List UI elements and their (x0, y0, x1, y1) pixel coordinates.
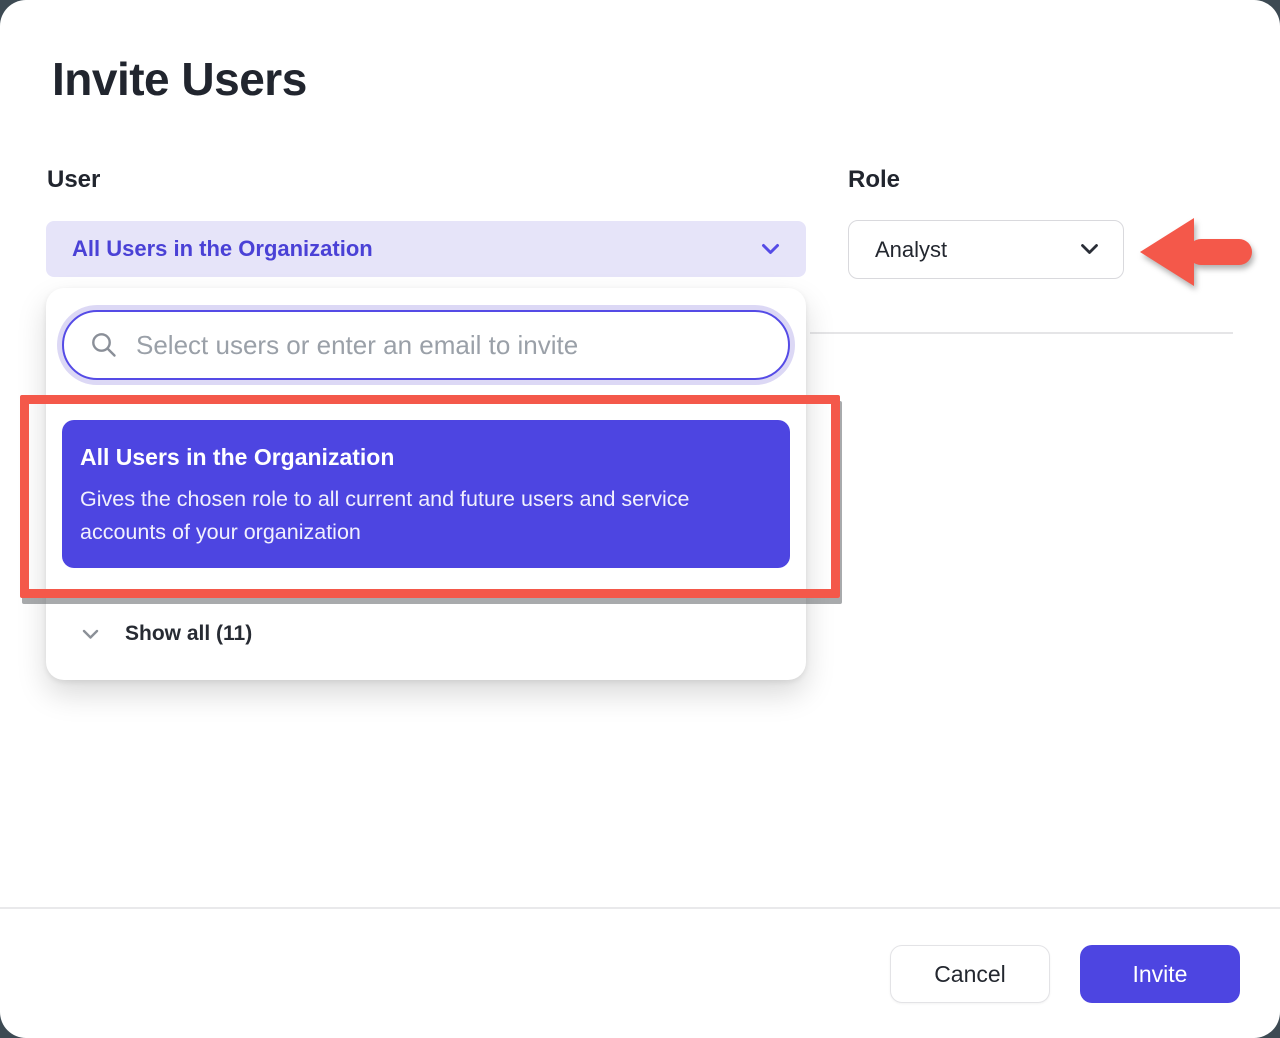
chevron-down-icon (761, 243, 780, 256)
user-select[interactable]: All Users in the Organization (46, 221, 806, 277)
footer-divider (0, 907, 1280, 909)
show-all-toggle[interactable]: Show all (11) (82, 617, 252, 651)
role-field-label: Role (848, 166, 900, 194)
section-divider (810, 332, 1233, 334)
user-search-input[interactable] (134, 329, 762, 362)
role-select-value: Analyst (875, 237, 947, 263)
role-select[interactable]: Analyst (848, 220, 1124, 279)
chevron-down-icon (82, 629, 99, 640)
user-search-box[interactable] (62, 310, 790, 380)
option-title: All Users in the Organization (80, 444, 760, 471)
cancel-button[interactable]: Cancel (890, 945, 1050, 1003)
page-title: Invite Users (52, 52, 307, 106)
user-select-value: All Users in the Organization (72, 236, 373, 262)
user-field-label: User (47, 166, 100, 194)
dropdown-option-all-users[interactable]: All Users in the Organization Gives the … (62, 420, 790, 568)
show-all-label: Show all (11) (125, 622, 252, 646)
chevron-down-icon (1080, 243, 1099, 256)
invite-users-dialog: Invite Users User Role All Users in the … (0, 0, 1280, 1038)
option-description: Gives the chosen role to all current and… (80, 483, 772, 549)
invite-button[interactable]: Invite (1080, 945, 1240, 1003)
search-icon (90, 331, 118, 359)
annotation-arrow-icon (1138, 210, 1254, 294)
